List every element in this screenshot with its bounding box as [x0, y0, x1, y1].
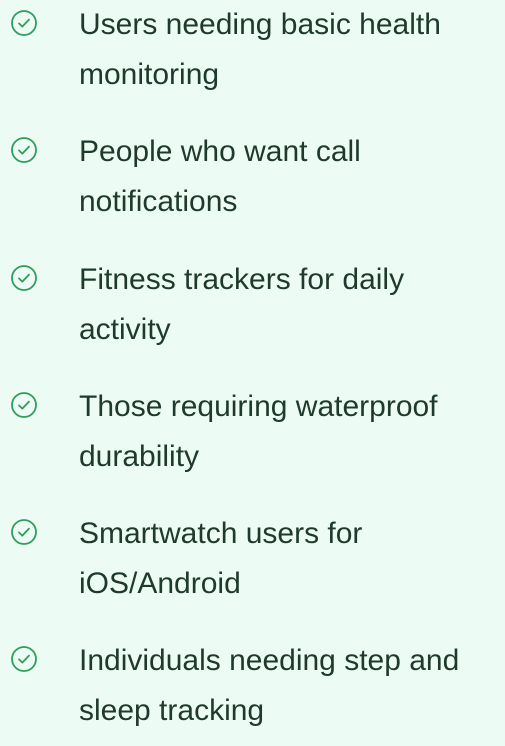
check-circle-icon: [10, 9, 38, 37]
list-item: Individuals needing step and sleep track…: [0, 636, 505, 746]
check-circle-icon: [10, 264, 38, 292]
check-circle-icon: [10, 136, 38, 164]
list-item: Users needing basic health monitoring: [0, 0, 505, 110]
list-item: Fitness trackers for daily activity: [0, 255, 505, 365]
list-item-label: People who want call notifications: [79, 135, 361, 218]
list-item-label: Fitness trackers for daily activity: [79, 263, 405, 346]
list-item-label: Smartwatch users for iOS/Android: [79, 517, 363, 600]
list-item-label: Individuals needing step and sleep track…: [79, 644, 460, 727]
check-circle-icon: [10, 391, 38, 419]
check-circle-icon: [10, 518, 38, 546]
check-circle-icon: [10, 645, 38, 673]
feature-list: Users needing basic health monitoring Pe…: [0, 0, 505, 729]
list-item: Those requiring waterproof durability: [0, 382, 505, 492]
list-item: People who want call notifications: [0, 127, 505, 237]
list-item-label: Users needing basic health monitoring: [79, 8, 441, 91]
list-item: Smartwatch users for iOS/Android: [0, 509, 505, 619]
list-item-label: Those requiring waterproof durability: [79, 390, 438, 473]
